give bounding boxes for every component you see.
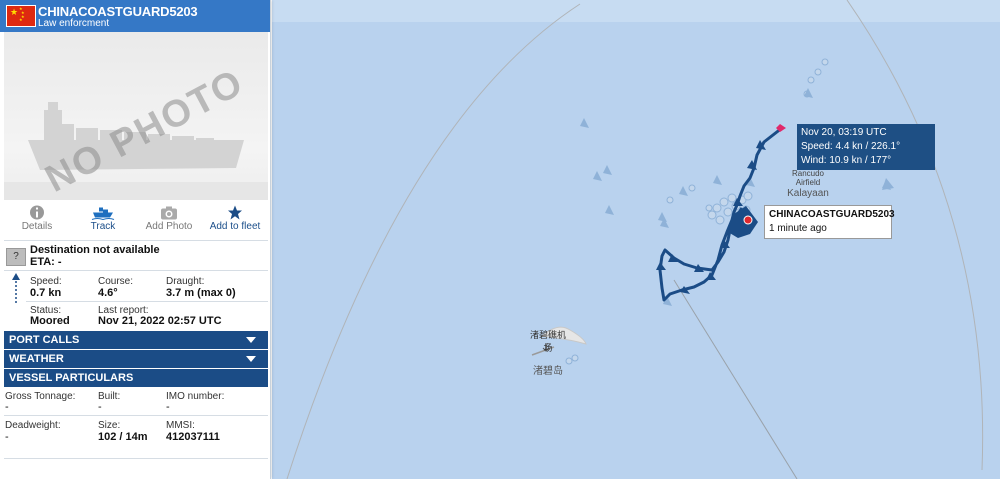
vessel-panel: ★ ★ ★ ★ ★ CHINACOASTGUARD5203 Law enforc… (0, 0, 271, 479)
other-vessels[interactable] (580, 88, 894, 306)
deadweight-label: Deadweight: (5, 420, 61, 431)
action-bar: Details Track Add Photo Add to fleet (4, 204, 268, 236)
track-cluster (728, 206, 758, 238)
imo-label: IMO number: (166, 391, 225, 402)
status-value: Moored (30, 315, 70, 327)
vessel-label-name: CHINACOASTGUARD5203 (769, 209, 895, 220)
vessel-particulars-section[interactable]: VESSEL PARTICULARS (4, 369, 268, 387)
add-to-fleet-label: Add to fleet (209, 221, 261, 232)
tooltip-wind: Wind: 10.9 kn / 177° (801, 155, 892, 166)
gross-tonnage-value: - (5, 401, 9, 413)
navigation-info: Speed: 0.7 kn Course: 4.6° Draught: 3.7 … (4, 270, 268, 331)
particulars-row-1: Gross Tonnage: - Built: - IMO number: - (4, 388, 268, 414)
island-label-line1: 渚碧礁机 (529, 330, 566, 340)
imo-value: - (166, 401, 170, 413)
airfield-label-line2: Airfield (795, 178, 821, 187)
town-label: Kalayaan (787, 188, 829, 199)
add-to-fleet-button[interactable]: Add to fleet (202, 204, 268, 232)
map-canvas[interactable] (272, 0, 1000, 479)
vessel-label-age: 1 minute ago (769, 223, 827, 234)
star-icon (228, 205, 242, 220)
vessel-name: CHINACOASTGUARD5203 (38, 4, 198, 19)
mmsi-value: 412037111 (166, 431, 220, 443)
details-label: Details (21, 221, 53, 232)
vessel-photo-placeholder: NO PHOTO (4, 32, 268, 200)
airfield-label: Rancudo Airfield (780, 169, 836, 187)
panel-bottom-divider (4, 458, 268, 459)
track-label: Track (90, 221, 116, 232)
vessel-map-label[interactable]: CHINACOASTGUARD5203 1 minute ago (764, 205, 895, 239)
map[interactable]: Nov 20, 03:19 UTC Speed: 4.4 kn / 226.1°… (272, 0, 1000, 479)
speed-label: Speed: (30, 276, 62, 287)
weather-title: WEATHER (9, 353, 64, 365)
island-airport-label: 渚碧礁机 场 (520, 328, 576, 354)
nav-divider (26, 301, 268, 302)
boundary-line (673, 279, 798, 479)
eta-text: ETA: - (30, 256, 62, 268)
last-report-value: Nov 21, 2022 02:57 UTC (98, 315, 222, 327)
vessel-header: ★ ★ ★ ★ ★ CHINACOASTGUARD5203 Law enforc… (0, 0, 270, 32)
course-arrow-icon (12, 273, 20, 303)
vessel-type: Law enforcment (38, 18, 110, 29)
destination-row: ? Destination not available ETA: - (4, 240, 268, 271)
vessel-marker[interactable] (743, 215, 753, 225)
mmsi-label: MMSI: (166, 420, 195, 431)
info-icon (30, 205, 44, 220)
add-photo-button[interactable]: Add Photo (136, 204, 202, 232)
ship-icon (91, 207, 115, 221)
vessel-particulars-title: VESSEL PARTICULARS (9, 372, 134, 384)
map-top-strip (272, 0, 1000, 22)
course-label: Course: (98, 276, 134, 287)
island-label-line2: 场 (543, 343, 553, 353)
built-value: - (98, 401, 102, 413)
details-button[interactable]: Details (4, 204, 70, 232)
size-label: Size: (98, 420, 121, 431)
particulars-row-2: Deadweight: - Size: 102 / 14m MMSI: 4120… (4, 415, 268, 446)
tooltip-speed: Speed: 4.4 kn / 226.1° (801, 141, 901, 152)
unknown-port-icon: ? (6, 248, 26, 266)
flag-icon: ★ ★ ★ ★ ★ (6, 5, 36, 27)
deadweight-value: - (5, 431, 9, 443)
tooltip-time: Nov 20, 03:19 UTC (801, 127, 887, 138)
island-name-label: 渚碧岛 (533, 366, 563, 377)
gross-tonnage-label: Gross Tonnage: (5, 391, 76, 402)
chevron-down-icon (246, 356, 256, 362)
airfield-label-line1: Rancudo (791, 169, 825, 178)
destination-text: Destination not available (30, 244, 160, 256)
course-value: 4.6° (98, 287, 118, 299)
eez-boundary-left (286, 3, 581, 479)
draught-label: Draught: (166, 276, 205, 287)
add-photo-label: Add Photo (145, 221, 193, 232)
port-calls-title: PORT CALLS (9, 334, 80, 346)
size-value: 102 / 14m (98, 431, 148, 443)
track-button[interactable]: Track (70, 204, 136, 232)
camera-icon (161, 206, 177, 220)
weather-section[interactable]: WEATHER (4, 350, 268, 368)
port-calls-section[interactable]: PORT CALLS (4, 331, 268, 349)
track-point-tooltip: Nov 20, 03:19 UTC Speed: 4.4 kn / 226.1°… (797, 124, 935, 170)
draught-value: 3.7 m (max 0) (166, 287, 236, 299)
speed-value: 0.7 kn (30, 287, 62, 299)
chevron-down-icon (246, 337, 256, 343)
